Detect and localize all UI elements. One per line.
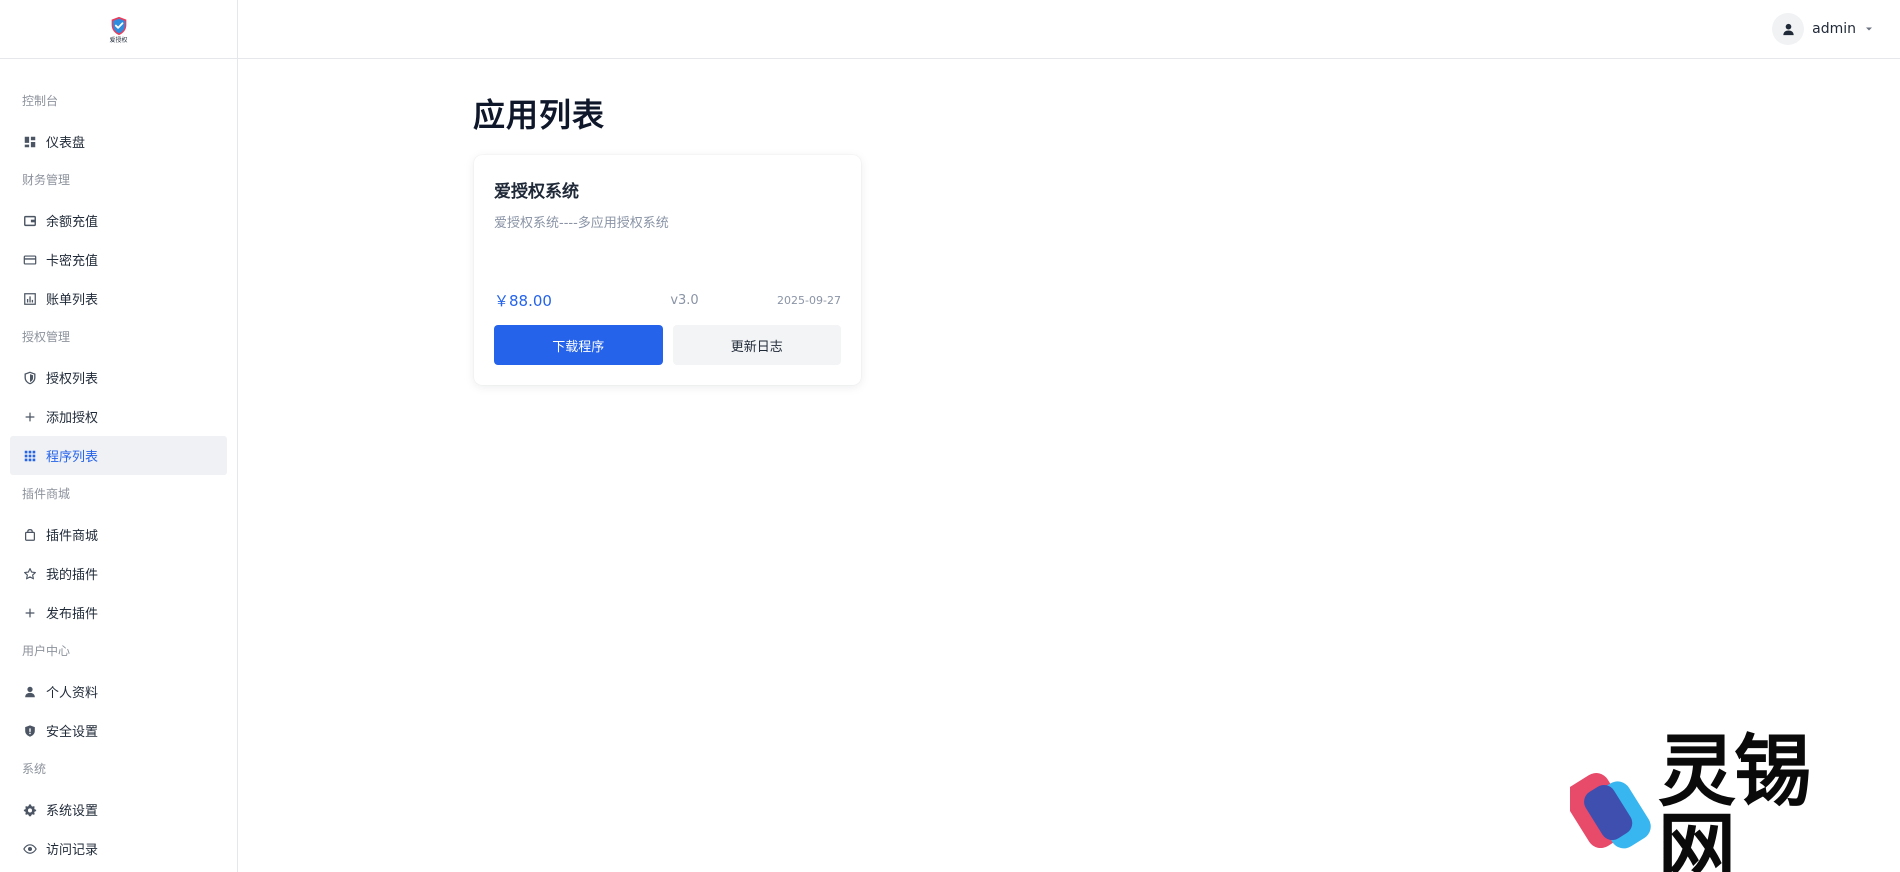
watermark-logo-icon (1570, 773, 1651, 849)
nav-section-title: 授权管理 (22, 330, 71, 344)
sidebar-item-card-recharge[interactable]: 卡密充值 (10, 240, 227, 279)
sidebar-item-label: 访问记录 (46, 843, 99, 858)
app-meta: ￥88.00 v3.0 2025-09-27 (494, 289, 841, 311)
nav-section-system: 系统 系统设置 访问记录 (0, 760, 237, 868)
sidebar-item-label: 账单列表 (46, 293, 99, 308)
app-actions: 下载程序 更新日志 (494, 325, 841, 365)
sidebar-item-bill-list[interactable]: 账单列表 (10, 279, 227, 318)
sidebar-item-label: 添加授权 (46, 411, 99, 426)
plus-icon (23, 606, 37, 620)
sidebar-item-label: 个人资料 (46, 686, 99, 701)
app-name: 爱授权系统 (494, 182, 579, 202)
sidebar-item-publish-plugin[interactable]: 发布插件 (10, 593, 227, 632)
page-title: 应用列表 (473, 96, 606, 134)
logo[interactable]: 爱授权 (108, 15, 130, 44)
avatar[interactable] (1772, 13, 1805, 45)
sidebar-item-security-settings[interactable]: 安全设置 (10, 711, 227, 750)
sidebar-item-program-list[interactable]: 程序列表 (10, 436, 227, 475)
logo-text: 爱授权 (109, 36, 128, 44)
sidebar-nav: 控制台 仪表盘 财务管理 余额充值 卡密充值 账单列表 授权管理 授权列表 添加… (0, 59, 237, 868)
changelog-button[interactable]: 更新日志 (672, 325, 841, 365)
sidebar-item-label: 我的插件 (46, 568, 99, 583)
shield-logo-icon (111, 16, 126, 35)
user-name[interactable]: admin (1812, 21, 1856, 37)
sidebar-item-my-plugins[interactable]: 我的插件 (10, 554, 227, 593)
sidebar-item-balance-recharge[interactable]: 余额充值 (10, 201, 227, 240)
sidebar-item-plugin-store[interactable]: 插件商城 (10, 515, 227, 554)
app-date: 2025-09-27 (777, 293, 841, 307)
sidebar-item-add-license[interactable]: 添加授权 (10, 397, 227, 436)
user-icon (1782, 23, 1794, 35)
dashboard-icon (23, 135, 37, 149)
nav-section-title: 用户中心 (22, 644, 71, 658)
sidebar: 爱授权 控制台 仪表盘 财务管理 余额充值 卡密充值 账单列表 授权管理 授权列… (0, 0, 238, 872)
shield-filled-icon (23, 724, 37, 738)
nav-section-title: 系统 (22, 762, 47, 776)
sidebar-item-profile[interactable]: 个人资料 (10, 672, 227, 711)
plus-icon (23, 410, 37, 424)
app-version: v3.0 (670, 292, 699, 308)
sidebar-item-label: 卡密充值 (46, 254, 99, 269)
nav-section-title: 财务管理 (22, 173, 71, 187)
app-description: 爱授权系统----多应用授权系统 (494, 216, 669, 231)
gear-icon (23, 803, 37, 817)
sidebar-item-label: 系统设置 (46, 804, 99, 819)
star-icon (23, 567, 37, 581)
shield-icon (23, 371, 37, 385)
sidebar-item-label: 插件商城 (46, 529, 99, 544)
nav-section-console: 控制台 仪表盘 (0, 92, 237, 161)
download-program-button[interactable]: 下载程序 (494, 325, 663, 365)
sidebar-item-dashboard[interactable]: 仪表盘 (10, 122, 227, 161)
app-card: 爱授权系统 爱授权系统----多应用授权系统 ￥88.00 v3.0 2025-… (474, 155, 861, 385)
watermark: 灵锡网 (1570, 733, 1880, 872)
sidebar-item-license-list[interactable]: 授权列表 (10, 358, 227, 397)
eye-icon (23, 842, 37, 856)
sidebar-item-system-settings[interactable]: 系统设置 (10, 790, 227, 829)
sidebar-item-label: 授权列表 (46, 372, 99, 387)
app-price: ￥88.00 (494, 291, 552, 310)
watermark-text: 灵锡网 (1657, 727, 1812, 872)
sidebar-item-label: 余额充值 (46, 215, 99, 230)
nav-section-user-center: 用户中心 个人资料 安全设置 (0, 642, 237, 750)
top-header: admin (238, 0, 1900, 59)
credit-card-icon (23, 253, 37, 267)
sidebar-item-access-log[interactable]: 访问记录 (10, 829, 227, 868)
nav-section-license: 授权管理 授权列表 添加授权 程序列表 (0, 328, 237, 475)
chevron-down-icon[interactable] (1864, 24, 1874, 34)
grid-icon (23, 449, 37, 463)
user-icon (23, 685, 37, 699)
bar-chart-icon (23, 292, 37, 306)
sidebar-item-label: 仪表盘 (46, 136, 86, 151)
shopping-bag-icon (23, 528, 37, 542)
sidebar-item-label: 安全设置 (46, 725, 99, 740)
nav-section-plugin-store: 插件商城 插件商城 我的插件 发布插件 (0, 485, 237, 632)
sidebar-item-label: 发布插件 (46, 607, 99, 622)
nav-section-finance: 财务管理 余额充值 卡密充值 账单列表 (0, 171, 237, 318)
nav-section-title: 控制台 (22, 94, 59, 108)
nav-section-title: 插件商城 (22, 487, 71, 501)
sidebar-logo[interactable]: 爱授权 (0, 0, 237, 59)
user-menu[interactable]: admin (1772, 12, 1874, 46)
sidebar-item-label: 程序列表 (46, 450, 99, 465)
wallet-icon (23, 214, 37, 228)
